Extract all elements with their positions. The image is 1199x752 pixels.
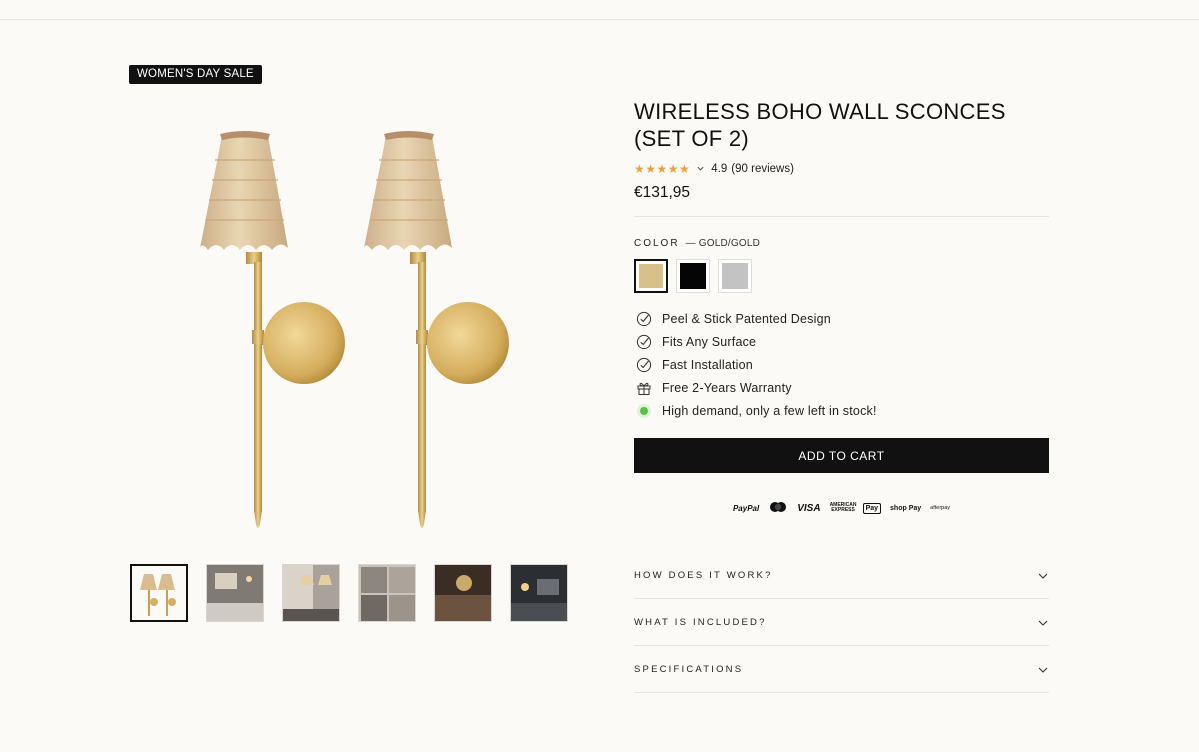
header-divider bbox=[0, 19, 1199, 20]
thumbnail-1[interactable] bbox=[130, 564, 188, 622]
accordion-label: HOW DOES IT WORK? bbox=[634, 569, 773, 581]
chevron-down-icon bbox=[1037, 616, 1049, 628]
thumbnail-3[interactable] bbox=[282, 564, 340, 622]
thumbnail-gallery bbox=[130, 564, 568, 622]
thumbnail-4[interactable] bbox=[358, 564, 416, 622]
accordion-how-it-works[interactable]: HOW DOES IT WORK? bbox=[634, 552, 1049, 599]
payment-methods: PayPal VISA AMERICAN EXPRESS Pay shop Pa… bbox=[634, 501, 1049, 515]
price-divider bbox=[634, 216, 1049, 217]
accordion-label: SPECIFICATIONS bbox=[634, 663, 744, 675]
visa-icon: VISA bbox=[797, 502, 821, 514]
gift-icon bbox=[635, 379, 653, 397]
swatch-black[interactable] bbox=[676, 259, 710, 293]
rating-row[interactable]: ★★★★★ 4.9 (90 reviews) bbox=[634, 162, 1049, 176]
apple-pay-icon: Pay bbox=[862, 502, 882, 514]
accordion-whats-included[interactable]: WHAT IS INCLUDED? bbox=[634, 599, 1049, 646]
wall-sconce-pair-illustration bbox=[200, 131, 509, 528]
accordion-label: WHAT IS INCLUDED? bbox=[634, 616, 767, 628]
review-count: (90 reviews) bbox=[731, 163, 794, 175]
accordion-specifications[interactable]: SPECIFICATIONS bbox=[634, 646, 1049, 693]
mastercard-icon bbox=[768, 501, 788, 515]
thumbnail-2[interactable] bbox=[206, 564, 264, 622]
feature-item: High demand, only a few left in stock! bbox=[634, 399, 1049, 422]
star-rating-icon: ★★★★★ bbox=[634, 162, 691, 176]
paypal-icon: PayPal bbox=[732, 503, 760, 513]
product-accordion: HOW DOES IT WORK? WHAT IS INCLUDED? SPEC… bbox=[634, 552, 1049, 693]
green-dot-icon bbox=[635, 402, 653, 420]
stock-status-text: High demand, only a few left in stock! bbox=[662, 403, 877, 418]
chevron-down-icon bbox=[1037, 569, 1049, 581]
thumbnail-6[interactable] bbox=[510, 564, 568, 622]
feature-item: Peel & Stick Patented Design bbox=[634, 307, 1049, 330]
product-main-image[interactable] bbox=[130, 100, 580, 540]
feature-item: Fits Any Surface bbox=[634, 330, 1049, 353]
check-circle-icon bbox=[635, 310, 653, 328]
check-circle-icon bbox=[635, 333, 653, 351]
swatch-silver[interactable] bbox=[718, 259, 752, 293]
rating-value: 4.9 bbox=[711, 163, 728, 175]
feature-item: Fast Installation bbox=[634, 353, 1049, 376]
chevron-down-icon bbox=[1037, 663, 1049, 675]
shop-pay-icon: shop Pay bbox=[890, 504, 922, 512]
color-swatches bbox=[634, 259, 1049, 293]
sale-badge: WOMEN'S DAY SALE bbox=[129, 65, 262, 84]
afterpay-icon: afterpay bbox=[930, 505, 951, 511]
feature-list: Peel & Stick Patented Design Fits Any Su… bbox=[634, 307, 1049, 422]
product-title: WIRELESS BOHO WALL SCONCES (SET OF 2) bbox=[634, 99, 1006, 151]
amex-icon: AMERICAN EXPRESS bbox=[829, 502, 857, 513]
feature-item: Free 2-Years Warranty bbox=[634, 376, 1049, 399]
add-to-cart-button[interactable]: ADD TO CART bbox=[634, 438, 1049, 473]
feature-text: Fast Installation bbox=[662, 357, 753, 372]
product-price: €131,95 bbox=[634, 184, 691, 201]
feature-text: Fits Any Surface bbox=[662, 334, 757, 349]
check-circle-icon bbox=[635, 356, 653, 374]
chevron-down-icon bbox=[696, 164, 705, 175]
feature-text: Free 2-Years Warranty bbox=[662, 380, 792, 395]
sconce-left bbox=[200, 131, 345, 528]
product-info: WIRELESS BOHO WALL SCONCES (SET OF 2) ★★… bbox=[634, 98, 1049, 515]
color-label-row: COLOR — GOLD/GOLD bbox=[634, 238, 1049, 249]
sconce-right bbox=[364, 131, 509, 528]
feature-text: Peel & Stick Patented Design bbox=[662, 311, 831, 326]
swatch-gold[interactable] bbox=[634, 259, 668, 293]
color-label: COLOR bbox=[634, 238, 680, 249]
thumbnail-5[interactable] bbox=[434, 564, 492, 622]
selected-color: — GOLD/GOLD bbox=[685, 238, 760, 249]
apple-pay-label: Pay bbox=[865, 504, 879, 512]
